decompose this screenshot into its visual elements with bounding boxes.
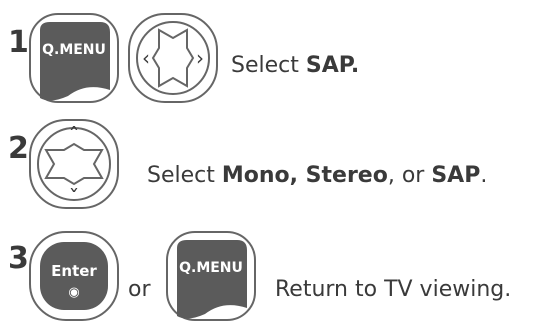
- step-1-instruction: Select SAP.: [231, 53, 360, 78]
- svg-text:ˆ: ˆ: [69, 125, 80, 150]
- svg-text:Q.MENU: Q.MENU: [42, 42, 106, 58]
- step-number-1: 1: [8, 25, 29, 60]
- step-number-2: 2: [8, 131, 29, 166]
- qmenu-button-icon: Q.MENU: [28, 12, 120, 104]
- svg-text:Q.MENU: Q.MENU: [179, 260, 243, 276]
- svg-text:◉: ◉: [68, 285, 79, 300]
- left-right-nav-icon: ‹ ›: [127, 12, 219, 104]
- or-label: or: [128, 277, 151, 302]
- step-number-3: 3: [8, 241, 29, 276]
- up-down-nav-icon: ˆ ˇ: [28, 118, 120, 210]
- svg-text:‹: ‹: [142, 46, 150, 70]
- enter-button-icon: Enter ◉: [28, 230, 120, 322]
- step-3-instruction: Return to TV viewing.: [275, 277, 512, 302]
- svg-text:Enter: Enter: [51, 262, 97, 280]
- qmenu-button-icon-step3: Q.MENU: [165, 230, 257, 322]
- step-2-instruction: Select Mono, Stereo, or SAP.: [147, 163, 488, 188]
- svg-text:ˇ: ˇ: [69, 187, 80, 210]
- svg-text:›: ›: [196, 46, 204, 70]
